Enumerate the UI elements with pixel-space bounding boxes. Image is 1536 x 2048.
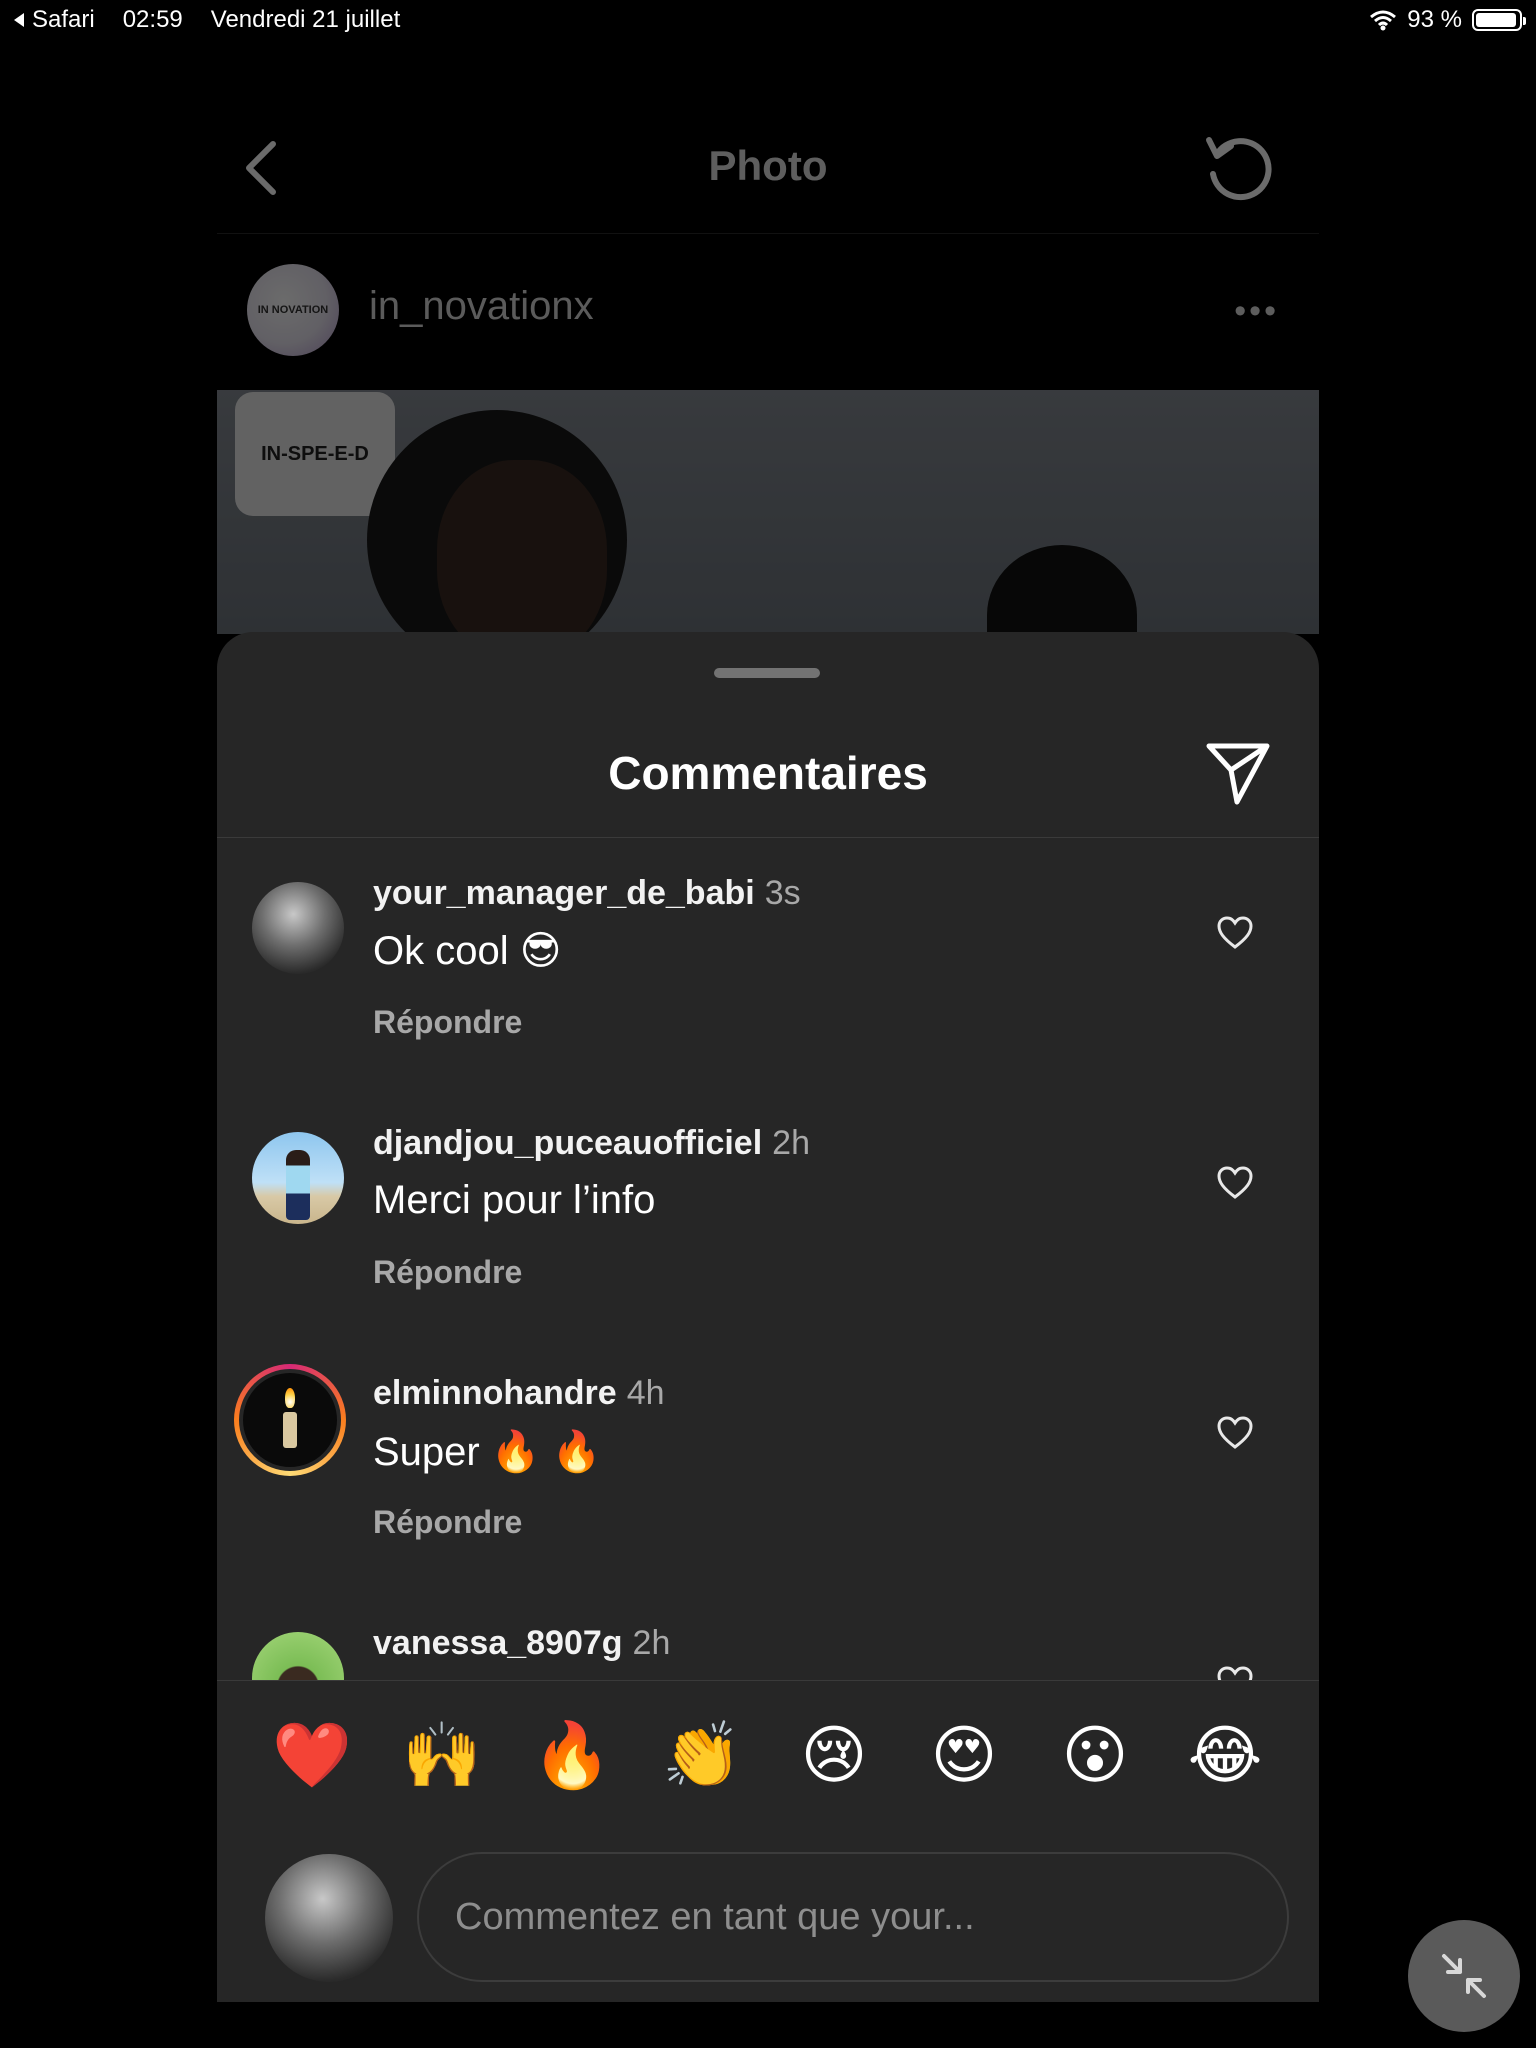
comments-title: Commentaires (608, 747, 928, 799)
like-heart-icon[interactable] (1217, 1166, 1253, 1200)
photo-person-right (987, 545, 1137, 634)
reaction-surprised-icon[interactable]: 😮 (1055, 1716, 1135, 1796)
status-time: 02:59 (122, 6, 183, 33)
quick-reactions-bar: ❤️ 🙌 🔥 👏 😢 😍 😮 😂 (217, 1681, 1319, 1831)
reaction-crying-icon[interactable]: 😢 (794, 1716, 874, 1796)
wifi-icon (1370, 10, 1397, 31)
collapse-arrows-icon (1442, 1954, 1486, 1998)
status-date: Vendredi 21 juillet (210, 6, 401, 33)
like-heart-icon[interactable] (1217, 1666, 1253, 1680)
poster-avatar[interactable]: IN NOVATION (247, 264, 339, 356)
like-heart-icon[interactable] (1217, 1416, 1253, 1450)
like-heart-icon[interactable] (1217, 916, 1253, 950)
comment-composer (217, 1832, 1319, 2002)
comment-time: 2h (772, 1124, 810, 1162)
sheet-grabber[interactable] (714, 668, 820, 678)
battery-icon (1472, 9, 1526, 31)
post-top-bar: Photo (217, 100, 1319, 234)
comment-avatar[interactable] (252, 882, 344, 974)
comment-time: 4h (626, 1374, 665, 1412)
page-title: Photo (708, 142, 828, 189)
comment-username[interactable]: elminnohandre (373, 1374, 617, 1412)
post-photo[interactable]: IN-SPE-E-D (217, 390, 1319, 634)
comment-input[interactable] (417, 1852, 1289, 1982)
photo-person-left (367, 410, 627, 634)
comment-username[interactable]: vanessa_8907g (373, 1624, 623, 1662)
back-app-label: Safari (32, 6, 95, 33)
comment-item: your_manager_de_babi 3s Ok cool 😎 Répondr… (217, 838, 1319, 1088)
comment-item: elminnohandre 4h Super 🔥 🔥 Répondre (217, 1338, 1319, 1588)
comment-avatar[interactable] (252, 1632, 344, 1680)
comment-text: Ok cool 😎 (373, 929, 562, 973)
back-triangle-icon (14, 13, 24, 27)
reply-button[interactable]: Répondre (373, 1254, 522, 1291)
reload-icon[interactable] (1203, 132, 1273, 202)
back-to-safari[interactable]: Safari (12, 6, 95, 34)
comment-item: djandjou_puceauofficiel 2h Merci pour l’i… (217, 1088, 1319, 1338)
comment-avatar-story-ring[interactable] (234, 1364, 346, 1476)
comment-item: vanessa_8907g 2h (217, 1588, 1319, 1680)
reply-button[interactable]: Répondre (373, 1004, 522, 1041)
poster-username[interactable]: in_novationx (369, 284, 594, 329)
comments-list[interactable]: your_manager_de_babi 3s Ok cool 😎 Répondr… (217, 838, 1319, 1680)
reaction-heart-eyes-icon[interactable]: 😍 (924, 1716, 1004, 1796)
photo-logo: IN-SPE-E-D (235, 392, 395, 516)
battery-percent: 93 % (1407, 6, 1462, 33)
reaction-fire-icon[interactable]: 🔥 (532, 1716, 612, 1796)
more-options-icon[interactable]: ••• (1234, 292, 1279, 331)
comment-time: 2h (632, 1624, 671, 1662)
comment-text: Super 🔥 🔥 (373, 1430, 602, 1474)
reaction-clapping-icon[interactable]: 👏 (662, 1716, 742, 1796)
status-bar: Safari 02:59 Vendredi 21 juillet 93 % (0, 0, 1536, 40)
candle-icon (283, 1388, 297, 1448)
reaction-laughing-icon[interactable]: 😂 (1185, 1716, 1265, 1796)
comment-avatar[interactable] (252, 1132, 344, 1224)
reply-button[interactable]: Répondre (373, 1504, 522, 1541)
share-send-icon[interactable] (1203, 740, 1273, 806)
minimize-window-button[interactable] (1408, 1920, 1536, 2032)
reaction-raising-hands-icon[interactable]: 🙌 (402, 1716, 482, 1796)
comment-username[interactable]: djandjou_puceauofficiel (373, 1124, 762, 1162)
comment-time: 3s (764, 874, 801, 912)
comment-text: Merci pour l’info (373, 1178, 656, 1222)
reaction-heart-icon[interactable]: ❤️ (272, 1716, 352, 1796)
post-header: IN NOVATION in_novationx ••• (217, 234, 1319, 390)
comments-sheet: Commentaires your_manager_de_babi 3s Ok c… (217, 632, 1319, 2002)
my-avatar (265, 1854, 393, 1982)
comment-username[interactable]: your_manager_de_babi (373, 874, 755, 912)
